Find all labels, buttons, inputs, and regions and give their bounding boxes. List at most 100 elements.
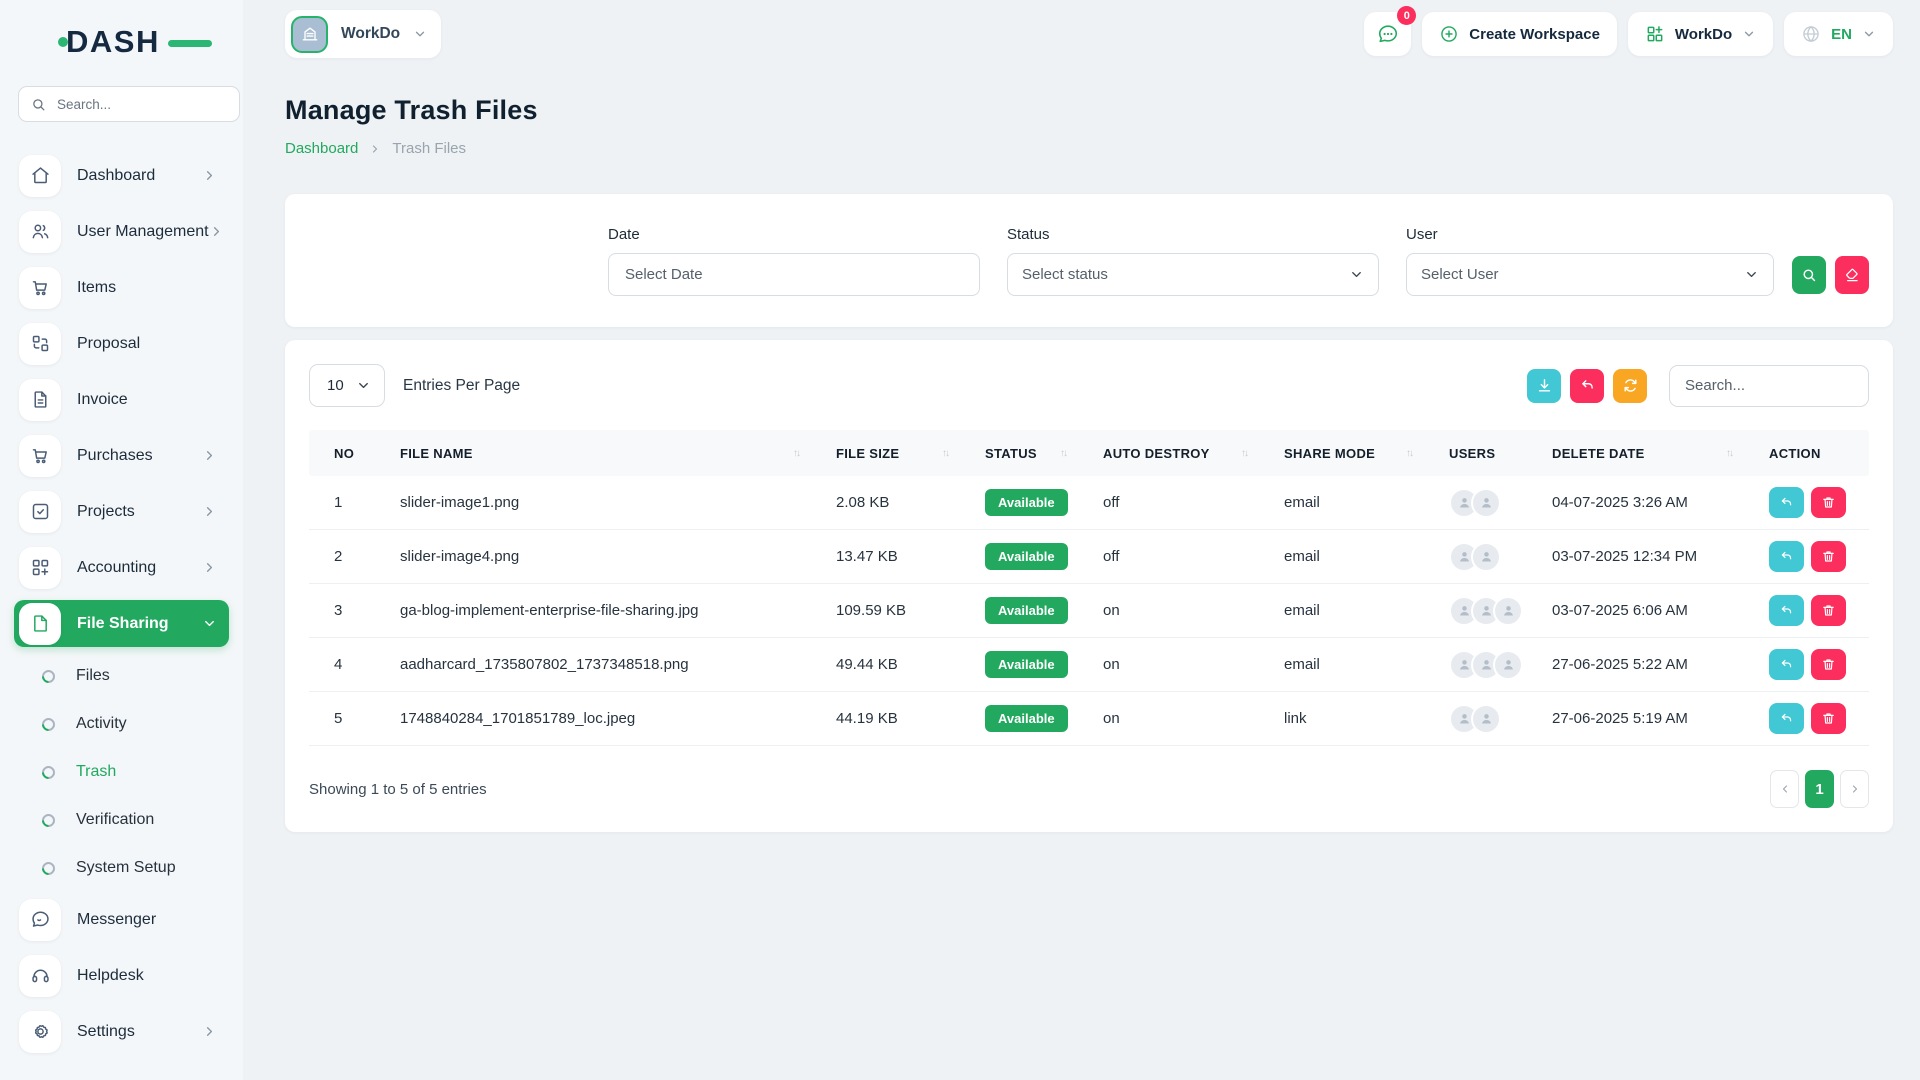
page-size-select[interactable]: 10 [309, 364, 385, 407]
sidebar-item-label: Invoice [77, 391, 217, 409]
file-icon [19, 603, 61, 645]
restore-button[interactable] [1769, 487, 1804, 518]
cell-file-name: slider-image4.png [375, 548, 811, 565]
delete-button[interactable] [1811, 649, 1846, 680]
sidebar-subitem-activity[interactable]: Activity [42, 704, 229, 744]
sidebar-subitem-files[interactable]: Files [42, 656, 229, 696]
column-header-file-name[interactable]: FILE NAME↑↓ [375, 446, 811, 461]
filter-fields: Date Status Select status User [608, 226, 1774, 296]
cell-share-mode: link [1259, 710, 1424, 727]
column-header-file-size[interactable]: FILE SIZE↑↓ [811, 446, 960, 461]
sidebar-item-settings[interactable]: Settings [14, 1008, 229, 1055]
app-menu-button[interactable]: WorkDo [1628, 12, 1773, 56]
grid-plus-icon [1645, 24, 1665, 44]
chevron-right-icon [1849, 783, 1861, 795]
sidebar-item-messenger[interactable]: Messenger [14, 896, 229, 943]
sidebar-subitem-verification[interactable]: Verification [42, 800, 229, 840]
pagination-page-1[interactable]: 1 [1805, 770, 1834, 808]
restore-button[interactable] [1769, 595, 1804, 626]
sidebar-item-accounting[interactable]: Accounting [14, 544, 229, 591]
cell-no: 3 [309, 602, 375, 619]
globe-icon [1801, 24, 1821, 44]
status-filter-select[interactable]: Select status [1007, 253, 1379, 296]
sidebar-subitem-trash[interactable]: Trash [42, 752, 229, 792]
sidebar-subitem-system-setup[interactable]: System Setup [42, 848, 229, 888]
cell-status: Available [960, 651, 1078, 678]
restore-button[interactable] [1769, 541, 1804, 572]
delete-button[interactable] [1811, 541, 1846, 572]
sidebar-item-projects[interactable]: Projects [14, 488, 229, 535]
date-filter-input-box[interactable] [608, 253, 980, 296]
restore-button[interactable] [1769, 649, 1804, 680]
sidebar-item-proposal[interactable]: Proposal [14, 320, 229, 367]
chevron-right-icon [369, 143, 381, 155]
restore-button[interactable] [1769, 703, 1804, 734]
table-controls: 10 Entries Per Page [309, 364, 1869, 407]
breadcrumb-dashboard-link[interactable]: Dashboard [285, 140, 358, 157]
cell-auto-destroy: off [1078, 548, 1259, 565]
entries-per-page-label: Entries Per Page [403, 377, 520, 395]
trash-files-card: 10 Entries Per Page NOFILE NAME↑↓FILE SI… [285, 340, 1893, 832]
trash-files-table: NOFILE NAME↑↓FILE SIZE↑↓STATUS↑↓AUTO DES… [309, 430, 1869, 746]
grid-plus-icon [19, 547, 61, 589]
sidebar-item-file-sharing[interactable]: File Sharing [14, 600, 229, 647]
cell-auto-destroy: on [1078, 710, 1259, 727]
cell-no: 2 [309, 548, 375, 565]
delete-button[interactable] [1811, 487, 1846, 518]
building-icon [291, 16, 328, 53]
filter-search-button[interactable] [1792, 256, 1826, 294]
column-header-auto-destroy[interactable]: AUTO DESTROY↑↓ [1078, 446, 1259, 461]
create-workspace-button[interactable]: Create Workspace [1422, 12, 1617, 56]
sidebar-search-input[interactable] [55, 96, 227, 113]
user-filter-select[interactable]: Select User [1406, 253, 1774, 296]
column-header-no: NO [309, 446, 375, 461]
sidebar-search[interactable] [18, 86, 240, 122]
eraser-icon [1844, 267, 1860, 283]
column-header-share-mode[interactable]: SHARE MODE↑↓ [1259, 446, 1424, 461]
sort-icon[interactable]: ↑↓ [793, 448, 799, 459]
sidebar-item-user-management[interactable]: User Management [14, 208, 229, 255]
page-title: Manage Trash Files [285, 95, 1893, 126]
sidebar: DASH DashboardUser ManagementItemsPropos… [0, 0, 243, 1080]
cart-icon [19, 267, 61, 309]
table-search-input[interactable] [1669, 365, 1869, 407]
restore-all-button[interactable] [1570, 369, 1604, 403]
cell-file-size: 2.08 KB [811, 494, 960, 511]
column-header-status[interactable]: STATUS↑↓ [960, 446, 1078, 461]
column-header-delete-date[interactable]: DELETE DATE↑↓ [1527, 446, 1744, 461]
sort-icon[interactable]: ↑↓ [942, 448, 948, 459]
sidebar-item-purchases[interactable]: Purchases [14, 432, 229, 479]
messages-button[interactable]: 0 [1364, 12, 1411, 56]
export-button[interactable] [1527, 369, 1561, 403]
bullet-dot-icon [39, 715, 57, 733]
date-filter-input[interactable] [623, 265, 965, 284]
pagination-prev-button[interactable] [1770, 770, 1799, 808]
sort-icon[interactable]: ↑↓ [1726, 448, 1732, 459]
delete-button[interactable] [1811, 703, 1846, 734]
sidebar-item-invoice[interactable]: Invoice [14, 376, 229, 423]
pagination-next-button[interactable] [1840, 770, 1869, 808]
sort-icon[interactable]: ↑↓ [1406, 448, 1412, 459]
sidebar-item-dashboard[interactable]: Dashboard [14, 152, 229, 199]
sort-icon[interactable]: ↑↓ [1060, 448, 1066, 459]
showing-entries-text: Showing 1 to 5 of 5 entries [309, 781, 487, 798]
column-header-action: ACTION [1744, 446, 1869, 461]
table-row: 51748840284_1701851789_loc.jpeg44.19 KBA… [309, 692, 1869, 746]
cell-delete-date: 03-07-2025 6:06 AM [1527, 602, 1744, 619]
sort-icon[interactable]: ↑↓ [1241, 448, 1247, 459]
filter-reset-button[interactable] [1835, 256, 1869, 294]
delete-button[interactable] [1811, 595, 1846, 626]
cell-delete-date: 03-07-2025 12:34 PM [1527, 548, 1744, 565]
cell-file-size: 44.19 KB [811, 710, 960, 727]
cell-users [1424, 704, 1527, 734]
language-selector[interactable]: EN [1784, 12, 1893, 56]
cell-action [1744, 595, 1869, 626]
empty-trash-button[interactable] [1613, 369, 1647, 403]
restore-icon [1779, 603, 1794, 618]
date-filter-label: Date [608, 226, 980, 243]
user-avatar [1493, 596, 1523, 626]
workspace-selector[interactable]: WorkDo [285, 10, 441, 58]
sidebar-item-helpdesk[interactable]: Helpdesk [14, 952, 229, 999]
sidebar-item-items[interactable]: Items [14, 264, 229, 311]
user-filter-field: User Select User [1406, 226, 1774, 296]
